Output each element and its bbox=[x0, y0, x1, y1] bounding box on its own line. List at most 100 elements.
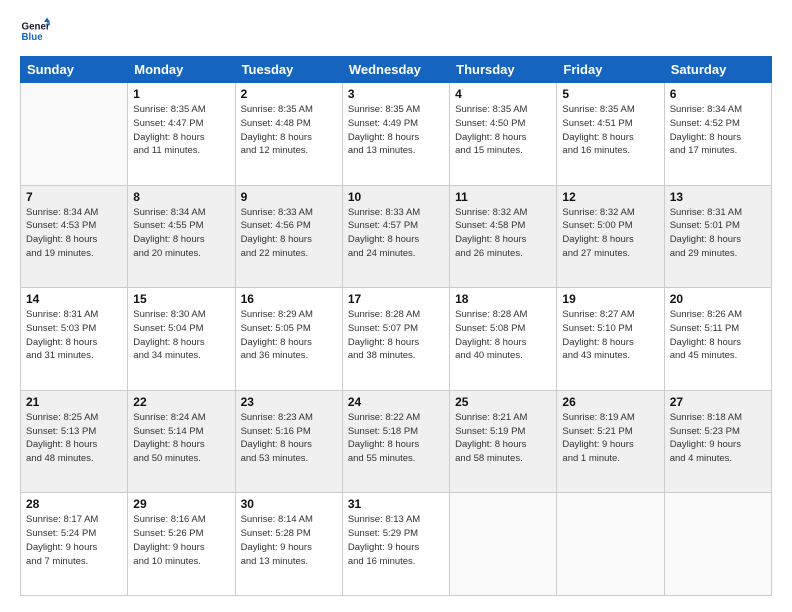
day-info: Sunrise: 8:13 AM Sunset: 5:29 PM Dayligh… bbox=[348, 513, 444, 568]
weekday-header-sunday: Sunday bbox=[21, 57, 128, 83]
logo-icon: General Blue bbox=[20, 16, 50, 46]
day-number: 15 bbox=[133, 292, 229, 306]
day-info: Sunrise: 8:28 AM Sunset: 5:07 PM Dayligh… bbox=[348, 308, 444, 363]
calendar-cell: 12 Sunrise: 8:32 AM Sunset: 5:00 PM Dayli… bbox=[557, 185, 664, 288]
day-number: 5 bbox=[562, 87, 658, 101]
weekday-header-monday: Monday bbox=[128, 57, 235, 83]
weekday-header-friday: Friday bbox=[557, 57, 664, 83]
calendar-cell bbox=[664, 493, 771, 596]
calendar-cell: 4 Sunrise: 8:35 AM Sunset: 4:50 PM Daylig… bbox=[450, 83, 557, 186]
calendar-cell: 22 Sunrise: 8:24 AM Sunset: 5:14 PM Dayli… bbox=[128, 390, 235, 493]
calendar-body: 1 Sunrise: 8:35 AM Sunset: 4:47 PM Daylig… bbox=[21, 83, 772, 596]
day-number: 11 bbox=[455, 190, 551, 204]
calendar-cell bbox=[21, 83, 128, 186]
day-info: Sunrise: 8:26 AM Sunset: 5:11 PM Dayligh… bbox=[670, 308, 766, 363]
day-number: 26 bbox=[562, 395, 658, 409]
calendar-cell: 29 Sunrise: 8:16 AM Sunset: 5:26 PM Dayli… bbox=[128, 493, 235, 596]
calendar-cell: 24Sunrise: 8:22 AM Sunset: 5:18 PM Dayli… bbox=[342, 390, 449, 493]
day-number: 10 bbox=[348, 190, 444, 204]
calendar-cell bbox=[450, 493, 557, 596]
calendar-cell: 20 Sunrise: 8:26 AM Sunset: 5:11 PM Dayli… bbox=[664, 288, 771, 391]
calendar-cell: 13Sunrise: 8:31 AM Sunset: 5:01 PM Dayli… bbox=[664, 185, 771, 288]
calendar-cell: 16Sunrise: 8:29 AM Sunset: 5:05 PM Dayli… bbox=[235, 288, 342, 391]
day-number: 7 bbox=[26, 190, 122, 204]
day-info: Sunrise: 8:35 AM Sunset: 4:48 PM Dayligh… bbox=[241, 103, 337, 158]
day-number: 16 bbox=[241, 292, 337, 306]
svg-text:Blue: Blue bbox=[22, 32, 44, 43]
calendar-cell: 26 Sunrise: 8:19 AM Sunset: 5:21 PM Dayli… bbox=[557, 390, 664, 493]
calendar-table: SundayMondayTuesdayWednesdayThursdayFrid… bbox=[20, 56, 772, 596]
day-info: Sunrise: 8:17 AM Sunset: 5:24 PM Dayligh… bbox=[26, 513, 122, 568]
weekday-header-saturday: Saturday bbox=[664, 57, 771, 83]
calendar-cell: 23 Sunrise: 8:23 AM Sunset: 5:16 PM Dayli… bbox=[235, 390, 342, 493]
day-number: 3 bbox=[348, 87, 444, 101]
day-number: 8 bbox=[133, 190, 229, 204]
calendar-cell: 8 Sunrise: 8:34 AM Sunset: 4:55 PM Daylig… bbox=[128, 185, 235, 288]
calendar-cell: 19 Sunrise: 8:27 AM Sunset: 5:10 PM Dayli… bbox=[557, 288, 664, 391]
day-info: Sunrise: 8:23 AM Sunset: 5:16 PM Dayligh… bbox=[241, 411, 337, 466]
day-info: Sunrise: 8:32 AM Sunset: 4:58 PM Dayligh… bbox=[455, 206, 551, 261]
day-info: Sunrise: 8:28 AM Sunset: 5:08 PM Dayligh… bbox=[455, 308, 551, 363]
calendar-week-row: 28 Sunrise: 8:17 AM Sunset: 5:24 PM Dayli… bbox=[21, 493, 772, 596]
header: General Blue bbox=[20, 16, 772, 46]
day-info: Sunrise: 8:34 AM Sunset: 4:53 PM Dayligh… bbox=[26, 206, 122, 261]
day-info: Sunrise: 8:33 AM Sunset: 4:57 PM Dayligh… bbox=[348, 206, 444, 261]
day-number: 2 bbox=[241, 87, 337, 101]
weekday-header-tuesday: Tuesday bbox=[235, 57, 342, 83]
calendar-cell: 1 Sunrise: 8:35 AM Sunset: 4:47 PM Daylig… bbox=[128, 83, 235, 186]
calendar-cell: 27Sunrise: 8:18 AM Sunset: 5:23 PM Dayli… bbox=[664, 390, 771, 493]
day-number: 19 bbox=[562, 292, 658, 306]
day-info: Sunrise: 8:35 AM Sunset: 4:51 PM Dayligh… bbox=[562, 103, 658, 158]
day-number: 30 bbox=[241, 497, 337, 511]
calendar-week-row: 21Sunrise: 8:25 AM Sunset: 5:13 PM Dayli… bbox=[21, 390, 772, 493]
day-number: 22 bbox=[133, 395, 229, 409]
day-info: Sunrise: 8:35 AM Sunset: 4:47 PM Dayligh… bbox=[133, 103, 229, 158]
day-info: Sunrise: 8:16 AM Sunset: 5:26 PM Dayligh… bbox=[133, 513, 229, 568]
page: General Blue SundayMondayTuesdayWednesda… bbox=[0, 0, 792, 612]
day-info: Sunrise: 8:27 AM Sunset: 5:10 PM Dayligh… bbox=[562, 308, 658, 363]
day-number: 28 bbox=[26, 497, 122, 511]
calendar-cell: 17 Sunrise: 8:28 AM Sunset: 5:07 PM Dayli… bbox=[342, 288, 449, 391]
day-info: Sunrise: 8:19 AM Sunset: 5:21 PM Dayligh… bbox=[562, 411, 658, 466]
day-info: Sunrise: 8:34 AM Sunset: 4:55 PM Dayligh… bbox=[133, 206, 229, 261]
day-number: 25 bbox=[455, 395, 551, 409]
day-number: 20 bbox=[670, 292, 766, 306]
calendar-cell: 14Sunrise: 8:31 AM Sunset: 5:03 PM Dayli… bbox=[21, 288, 128, 391]
calendar-week-row: 1 Sunrise: 8:35 AM Sunset: 4:47 PM Daylig… bbox=[21, 83, 772, 186]
day-number: 12 bbox=[562, 190, 658, 204]
day-info: Sunrise: 8:35 AM Sunset: 4:50 PM Dayligh… bbox=[455, 103, 551, 158]
day-info: Sunrise: 8:14 AM Sunset: 5:28 PM Dayligh… bbox=[241, 513, 337, 568]
weekday-header-thursday: Thursday bbox=[450, 57, 557, 83]
calendar-header: SundayMondayTuesdayWednesdayThursdayFrid… bbox=[21, 57, 772, 83]
calendar-cell: 21Sunrise: 8:25 AM Sunset: 5:13 PM Dayli… bbox=[21, 390, 128, 493]
calendar-cell: 30 Sunrise: 8:14 AM Sunset: 5:28 PM Dayli… bbox=[235, 493, 342, 596]
day-number: 21 bbox=[26, 395, 122, 409]
calendar-week-row: 14Sunrise: 8:31 AM Sunset: 5:03 PM Dayli… bbox=[21, 288, 772, 391]
day-number: 6 bbox=[670, 87, 766, 101]
calendar-cell: 3Sunrise: 8:35 AM Sunset: 4:49 PM Daylig… bbox=[342, 83, 449, 186]
day-number: 27 bbox=[670, 395, 766, 409]
calendar-cell: 28 Sunrise: 8:17 AM Sunset: 5:24 PM Dayli… bbox=[21, 493, 128, 596]
day-info: Sunrise: 8:24 AM Sunset: 5:14 PM Dayligh… bbox=[133, 411, 229, 466]
day-number: 17 bbox=[348, 292, 444, 306]
calendar-cell: 15 Sunrise: 8:30 AM Sunset: 5:04 PM Dayli… bbox=[128, 288, 235, 391]
day-info: Sunrise: 8:30 AM Sunset: 5:04 PM Dayligh… bbox=[133, 308, 229, 363]
calendar-cell: 11 Sunrise: 8:32 AM Sunset: 4:58 PM Dayli… bbox=[450, 185, 557, 288]
calendar-week-row: 7 Sunrise: 8:34 AM Sunset: 4:53 PM Daylig… bbox=[21, 185, 772, 288]
day-info: Sunrise: 8:34 AM Sunset: 4:52 PM Dayligh… bbox=[670, 103, 766, 158]
calendar-cell: 25Sunrise: 8:21 AM Sunset: 5:19 PM Dayli… bbox=[450, 390, 557, 493]
calendar-cell: 18Sunrise: 8:28 AM Sunset: 5:08 PM Dayli… bbox=[450, 288, 557, 391]
day-number: 24 bbox=[348, 395, 444, 409]
calendar-cell: 9Sunrise: 8:33 AM Sunset: 4:56 PM Daylig… bbox=[235, 185, 342, 288]
weekday-header-wednesday: Wednesday bbox=[342, 57, 449, 83]
calendar-cell: 5 Sunrise: 8:35 AM Sunset: 4:51 PM Daylig… bbox=[557, 83, 664, 186]
day-number: 23 bbox=[241, 395, 337, 409]
day-info: Sunrise: 8:32 AM Sunset: 5:00 PM Dayligh… bbox=[562, 206, 658, 261]
day-number: 1 bbox=[133, 87, 229, 101]
day-number: 9 bbox=[241, 190, 337, 204]
weekday-header-row: SundayMondayTuesdayWednesdayThursdayFrid… bbox=[21, 57, 772, 83]
day-number: 4 bbox=[455, 87, 551, 101]
calendar-cell: 6 Sunrise: 8:34 AM Sunset: 4:52 PM Daylig… bbox=[664, 83, 771, 186]
day-number: 29 bbox=[133, 497, 229, 511]
day-info: Sunrise: 8:31 AM Sunset: 5:03 PM Dayligh… bbox=[26, 308, 122, 363]
